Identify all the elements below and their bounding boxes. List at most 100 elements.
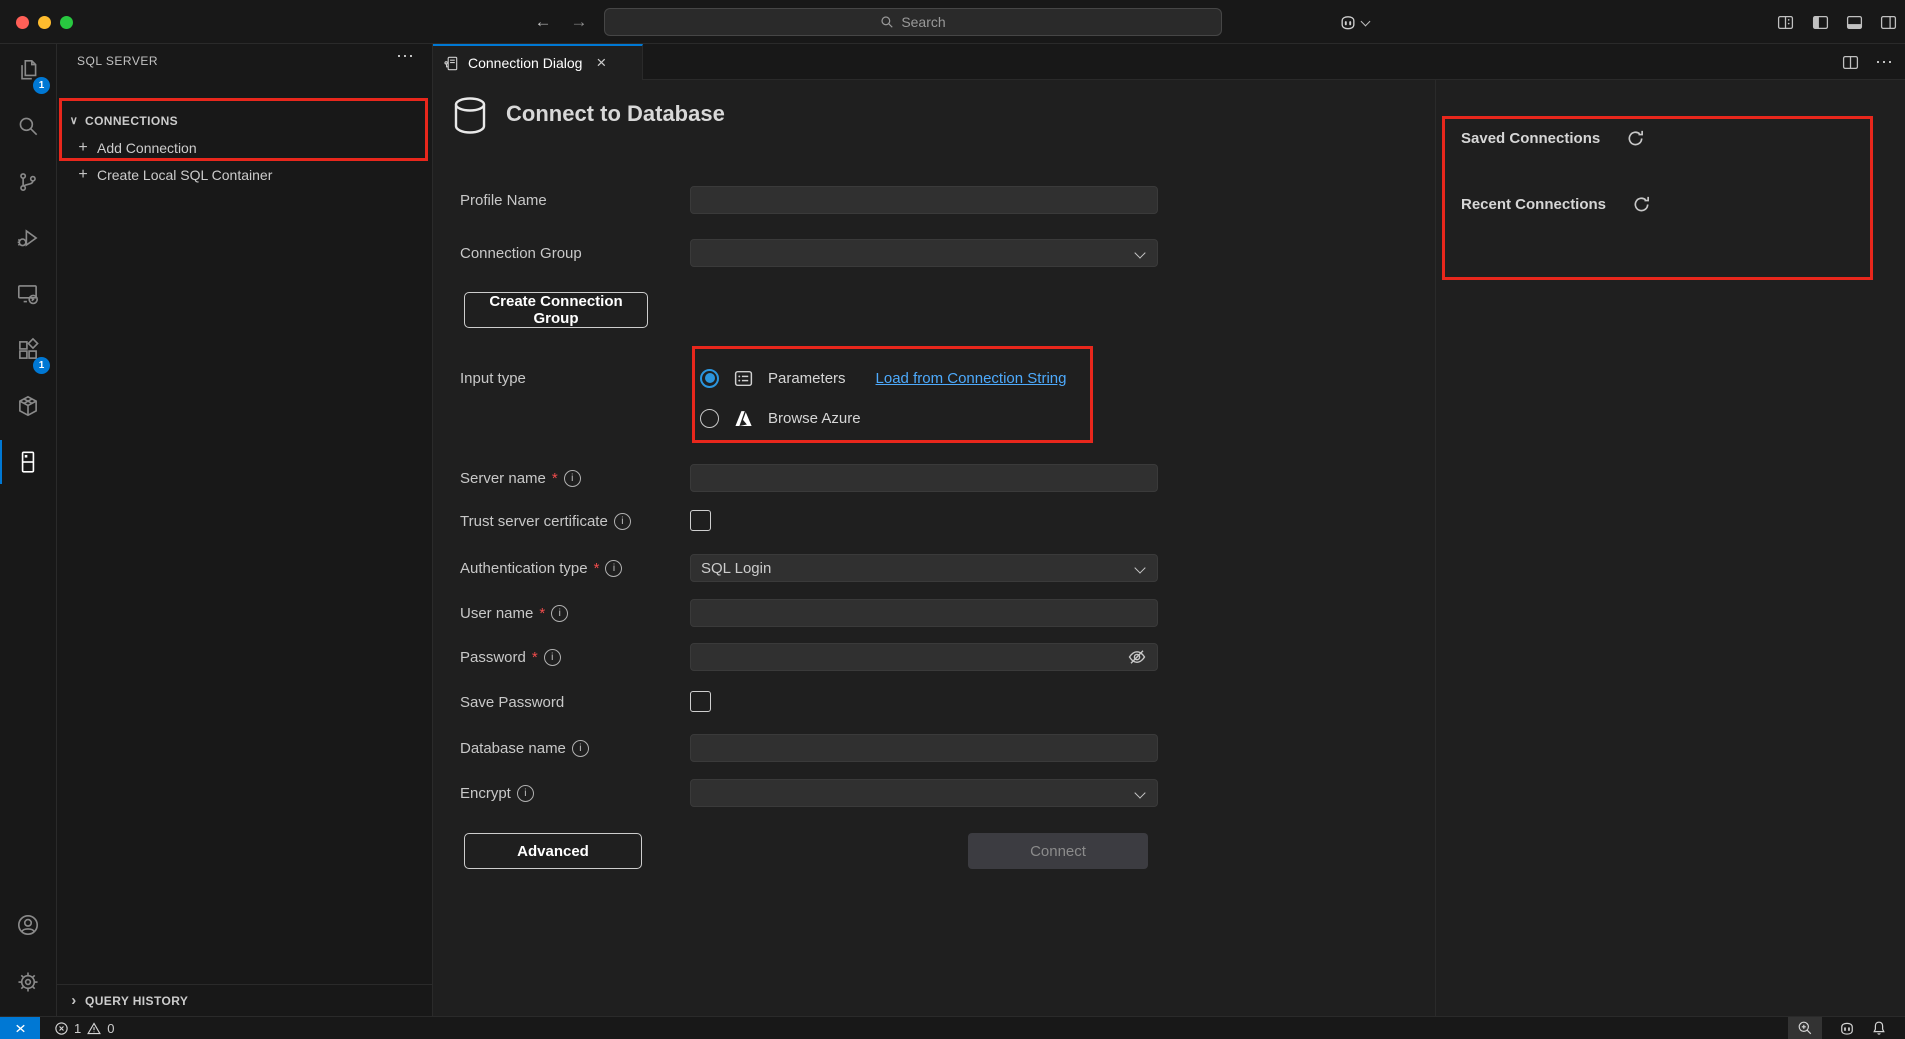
activitybar-run-debug[interactable] (0, 212, 56, 264)
connection-group-label: Connection Group (460, 242, 582, 264)
tab-close-icon[interactable]: × (596, 53, 606, 73)
warning-count: 0 (107, 1021, 114, 1036)
remote-indicator[interactable] (0, 1017, 40, 1039)
authentication-type-select[interactable]: SQL Login (690, 554, 1158, 582)
password-label: Password* i (460, 646, 561, 668)
toggle-primary-sidebar-button[interactable] (1812, 14, 1829, 36)
parameters-option-label: Parameters (768, 370, 846, 387)
webview-zoom-indicator[interactable] (1788, 1017, 1822, 1039)
navigate-back-icon[interactable]: ← (531, 10, 555, 34)
notifications-bell[interactable] (1868, 1017, 1890, 1039)
refresh-icon[interactable] (1626, 129, 1645, 148)
info-icon[interactable]: i (564, 470, 581, 487)
activitybar-explorer[interactable]: 1 (0, 44, 56, 96)
save-password-label: Save Password (460, 691, 564, 713)
chevron-down-icon: ∨ (66, 114, 82, 127)
query-history-label: QUERY HISTORY (85, 994, 188, 1008)
required-asterisk: * (594, 560, 600, 577)
activitybar-search[interactable] (0, 100, 56, 152)
toggle-password-visibility-button[interactable] (1124, 644, 1150, 670)
tab-label: Connection Dialog (468, 55, 582, 71)
sidebar-item-create-local-sql-container[interactable]: + Create Local SQL Container (57, 161, 432, 188)
recent-connections-title: Recent Connections (1461, 196, 1606, 213)
profile-name-input[interactable] (690, 186, 1158, 214)
server-name-input[interactable] (690, 464, 1158, 492)
copilot-status[interactable] (1836, 1017, 1858, 1039)
tab-connection-dialog[interactable]: Connection Dialog × (433, 44, 643, 80)
error-count: 1 (74, 1021, 81, 1036)
editor-more-actions[interactable]: ⋯ (1875, 52, 1893, 73)
authentication-type-label: Authentication type* i (460, 557, 622, 579)
eye-off-icon (1127, 647, 1147, 667)
info-icon[interactable]: i (551, 605, 568, 622)
database-name-input[interactable] (690, 734, 1158, 762)
radio-unselected[interactable] (700, 409, 719, 428)
advanced-button[interactable]: Advanced (464, 833, 642, 869)
window-minimize-button[interactable] (38, 16, 51, 29)
vscode-window: ← → Search (0, 0, 1905, 1039)
layout-panel-icon (1846, 14, 1863, 31)
create-local-sql-container-label: Create Local SQL Container (97, 167, 272, 183)
database-icon (452, 96, 488, 136)
toggle-secondary-sidebar-button[interactable] (1880, 14, 1897, 36)
status-bar: 1 0 (0, 1016, 1905, 1039)
info-icon[interactable]: i (572, 740, 589, 757)
password-input[interactable] (690, 643, 1158, 671)
copilot-menu-button[interactable] (1338, 14, 1358, 36)
activitybar-accounts[interactable] (0, 899, 56, 951)
server-name-label: Server name* i (460, 467, 581, 489)
connect-button[interactable]: Connect (968, 833, 1148, 869)
toggle-panel-button[interactable] (1846, 14, 1863, 36)
activitybar-sql-server[interactable] (0, 436, 56, 488)
recent-connections-header: Recent Connections (1461, 195, 1651, 214)
create-connection-group-button[interactable]: Create Connection Group (464, 292, 648, 328)
activity-bar: 1 (0, 44, 57, 1016)
sidebar-item-add-connection[interactable]: + Add Connection (57, 134, 432, 161)
activitybar-containers[interactable] (0, 380, 56, 432)
input-type-browse-azure-option[interactable]: Browse Azure (700, 405, 861, 431)
input-type-parameters-option[interactable]: Parameters Load from Connection String (700, 365, 1066, 391)
window-close-button[interactable] (16, 16, 29, 29)
customize-layout-icon (1777, 14, 1794, 31)
profile-name-label: Profile Name (460, 189, 547, 211)
activitybar-remote-explorer[interactable] (0, 268, 56, 320)
encrypt-select[interactable] (690, 779, 1158, 807)
problems-status[interactable]: 1 0 (54, 1017, 114, 1039)
window-zoom-button[interactable] (60, 16, 73, 29)
panel-divider (1435, 80, 1436, 1016)
connection-group-select[interactable] (690, 239, 1158, 267)
required-asterisk: * (539, 605, 545, 622)
sidebar-more-actions[interactable]: ⋯ (396, 46, 414, 67)
azure-icon (733, 408, 754, 429)
navigate-forward-icon[interactable]: → (567, 10, 591, 34)
explorer-badge: 1 (33, 77, 50, 94)
search-icon (15, 113, 41, 139)
required-asterisk: * (552, 470, 558, 487)
refresh-icon[interactable] (1632, 195, 1651, 214)
radio-selected[interactable] (700, 369, 719, 388)
activitybar-settings[interactable] (0, 956, 56, 1008)
info-icon[interactable]: i (605, 560, 622, 577)
sidebar-section-connections[interactable]: ∨ CONNECTIONS (57, 107, 432, 134)
info-icon[interactable]: i (517, 785, 534, 802)
active-indicator (0, 440, 2, 484)
sidebar-section-query-history[interactable]: › QUERY HISTORY (57, 984, 432, 1016)
browse-azure-option-label: Browse Azure (768, 410, 861, 427)
source-control-icon (15, 169, 41, 195)
user-name-label: User name* i (460, 602, 568, 624)
customize-layout-button[interactable] (1777, 14, 1794, 36)
split-editor-icon[interactable] (1842, 54, 1859, 71)
warning-icon (86, 1021, 102, 1036)
input-type-label: Input type (460, 367, 526, 389)
activitybar-extensions[interactable]: 1 (0, 324, 56, 376)
user-name-input[interactable] (690, 599, 1158, 627)
sidebar: SQL SERVER ⋯ ∨ CONNECTIONS + Add Connect… (57, 44, 433, 1016)
command-center-search[interactable]: Search (604, 8, 1222, 36)
trust-server-certificate-checkbox[interactable] (690, 510, 711, 531)
activitybar-source-control[interactable] (0, 156, 56, 208)
info-icon[interactable]: i (544, 649, 561, 666)
save-password-checkbox[interactable] (690, 691, 711, 712)
load-from-connection-string-link[interactable]: Load from Connection String (876, 370, 1067, 387)
info-icon[interactable]: i (614, 513, 631, 530)
authentication-type-value: SQL Login (701, 560, 771, 577)
